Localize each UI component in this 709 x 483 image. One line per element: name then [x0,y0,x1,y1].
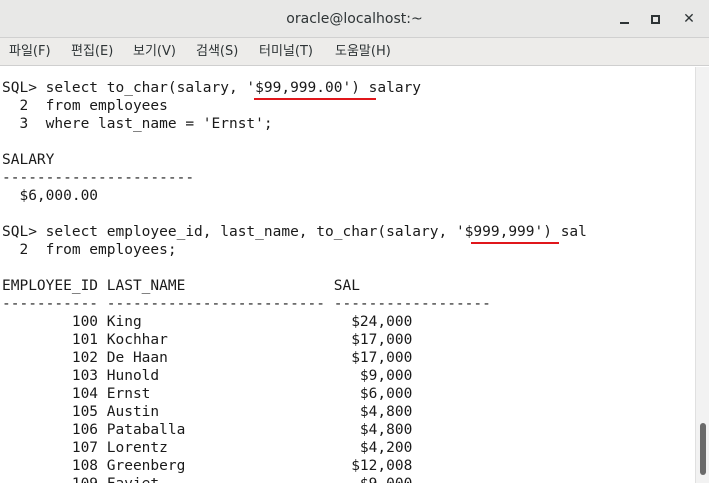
terminal-line: 101 Kochhar $17,000 [2,332,413,348]
terminal-line: 108 Greenberg $12,008 [2,458,413,474]
terminal-line: SQL> select employee_id, last_name, to_c… [2,224,587,240]
terminal-line: 103 Hunold $9,000 [2,368,413,384]
window-title: oracle@localhost:~ [286,11,423,27]
terminal-line: ---------------------- [2,170,195,186]
terminal-line: 2 from employees [2,98,168,114]
terminal-output[interactable]: SQL> select to_char(salary, '$99,999.00'… [0,67,695,483]
terminal-line: SQL> select to_char(salary, '$99,999.00'… [2,80,422,96]
terminal-line: 105 Austin $4,800 [2,404,413,420]
minimize-button[interactable] [614,9,636,29]
menu-file[interactable]: 파일(F) [9,38,51,66]
format-highlight-underline [254,98,376,100]
terminal-line: $6,000.00 [2,188,99,204]
format-highlight-underline [471,242,559,244]
terminal-line: 107 Lorentz $4,200 [2,440,413,456]
title-bar[interactable]: oracle@localhost:~ ✕ [0,0,709,38]
scrollbar-thumb[interactable] [700,423,706,475]
terminal-line: 3 where last_name = 'Ernst'; [2,116,273,132]
terminal-line: 104 Ernst $6,000 [2,386,413,402]
menu-search[interactable]: 검색(S) [196,38,238,66]
minimize-icon [620,22,629,24]
terminal-line: EMPLOYEE_ID LAST_NAME SAL [2,278,360,294]
terminal-line: ----------- ------------------------- --… [2,296,491,312]
terminal-line: 106 Pataballa $4,800 [2,422,413,438]
terminal-line: 109 Faviet $9,000 [2,475,412,483]
close-button[interactable]: ✕ [678,9,700,29]
menu-terminal[interactable]: 터미널(T) [259,38,313,66]
maximize-button[interactable] [645,9,667,29]
close-icon: ✕ [683,11,695,27]
menu-edit[interactable]: 편집(E) [71,38,113,66]
terminal-line: 102 De Haan $17,000 [2,350,413,366]
menu-view[interactable]: 보기(V) [133,38,176,66]
terminal-line: 100 King $24,000 [2,314,413,330]
vertical-scrollbar[interactable] [695,67,709,483]
menu-bar: 파일(F) 편집(E) 보기(V) 검색(S) 터미널(T) 도움말(H) [0,38,709,66]
terminal-line: SALARY [2,152,55,168]
terminal-window: oracle@localhost:~ ✕ 파일(F) 편집(E) 보기(V) 검… [0,0,709,483]
menu-help[interactable]: 도움말(H) [335,38,391,66]
terminal-line: 2 from employees; [2,242,177,258]
maximize-icon [651,15,660,24]
